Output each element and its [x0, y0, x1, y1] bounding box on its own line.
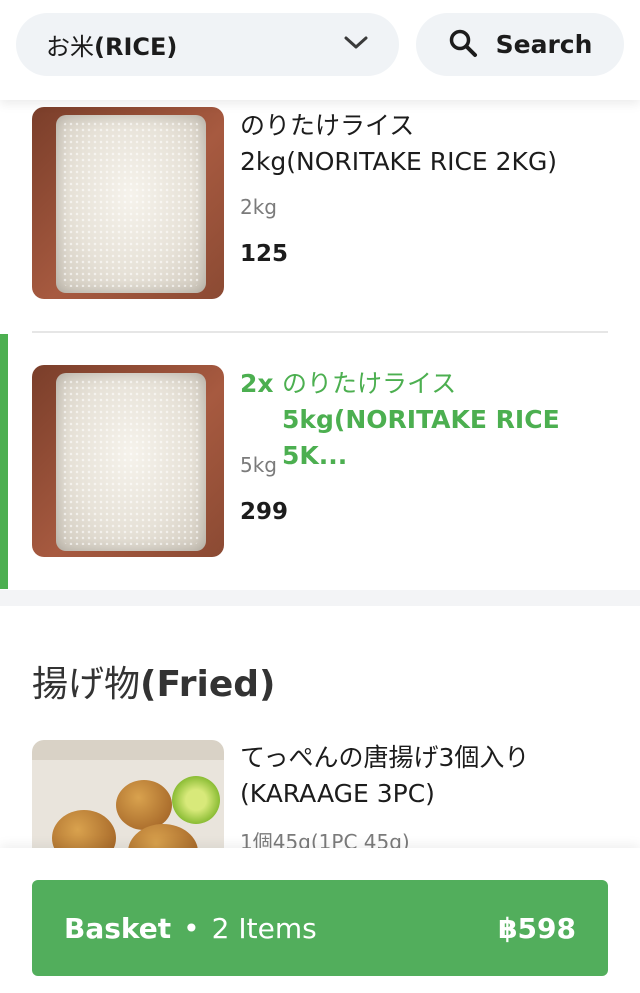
basket-total: ฿598 — [498, 911, 576, 945]
item-unit: 2kg — [240, 195, 278, 219]
basket-label: Basket — [64, 911, 172, 945]
item-name: 2x のりたけライス 5kg(NORITAKE RICE 5K... — [240, 366, 620, 474]
separator-dot: • — [183, 911, 200, 945]
divider — [32, 331, 608, 333]
item-quantity: 2x — [240, 369, 274, 398]
menu-item[interactable]: てっぺんの唐揚げ3個入り (KARAAGE 3PC) 1個45g(1PC 45g… — [0, 740, 640, 854]
section-gap — [0, 590, 640, 606]
basket-count: 2 Items — [211, 911, 317, 945]
search-button[interactable]: Search — [416, 13, 624, 76]
basket-button[interactable]: Basket • 2 Items ฿598 — [32, 880, 608, 976]
item-price: 299 — [240, 499, 289, 525]
category-dropdown[interactable]: お米(RICE) — [16, 13, 399, 76]
item-name: てっぺんの唐揚げ3個入り (KARAAGE 3PC) — [240, 743, 530, 808]
basket-bar: Basket • 2 Items ฿598 — [0, 848, 640, 993]
search-label: Search — [495, 30, 593, 59]
item-image — [32, 107, 224, 299]
item-price: 125 — [240, 241, 289, 267]
search-icon — [448, 28, 478, 62]
item-image — [32, 365, 224, 557]
section-title: 揚げ物(Fried) — [32, 664, 276, 705]
menu-item-selected[interactable]: 2x のりたけライス 5kg(NORITAKE RICE 5K... 5kg 2… — [0, 334, 640, 590]
item-unit: 5kg — [240, 453, 278, 477]
item-name: のりたけライス 2kg(NORITAKE RICE 2KG) — [240, 111, 558, 176]
menu-item[interactable]: のりたけライス 2kg(NORITAKE RICE 2KG) 2kg 125 — [0, 100, 640, 332]
top-bar: お米(RICE) Search — [0, 0, 640, 100]
category-label: お米(RICE) — [46, 33, 178, 61]
page: お米(RICE) Search のりたけライス 2kg(NORITAKE RIC… — [0, 0, 640, 993]
chevron-down-icon — [343, 35, 369, 55]
